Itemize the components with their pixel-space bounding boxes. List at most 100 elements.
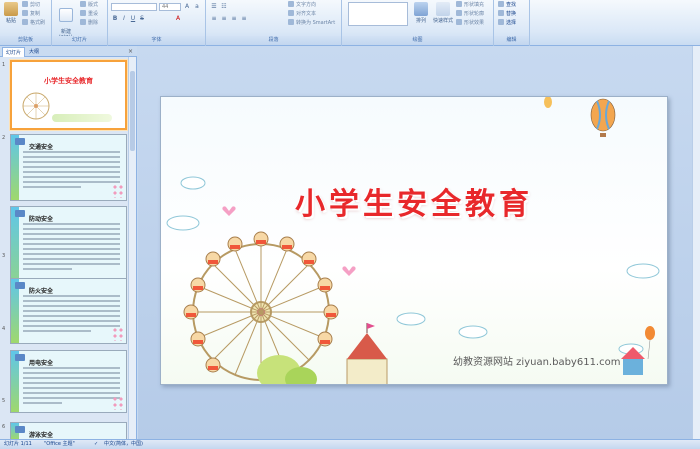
slide-number: 6 xyxy=(2,424,6,430)
slide-thumbnail-1[interactable]: 小学生安全教育 xyxy=(10,60,127,130)
slides-group-label: 幻灯片 xyxy=(52,36,107,45)
shape-fill-button[interactable]: 形状填充 xyxy=(456,1,484,10)
numbering-icon[interactable]: ☷ xyxy=(220,3,228,11)
thumbnail-title: 游泳安全 xyxy=(29,432,54,439)
paint-bucket-icon xyxy=(456,1,462,7)
quick-styles-icon xyxy=(436,2,450,16)
shape-outline-button[interactable]: 形状轮廓 xyxy=(456,10,484,19)
font-name-combo[interactable] xyxy=(111,3,157,11)
clipboard-group: 粘贴 剪切 复制 格式刷 剪贴板 xyxy=(0,0,52,46)
paste-button[interactable]: 粘贴 xyxy=(3,2,19,24)
thumbnail-text-lines xyxy=(23,295,120,335)
theme-name: "Office 主题" xyxy=(44,441,75,447)
cut-button[interactable]: 剪切 xyxy=(22,1,40,10)
slide-editor: 小学生安全教育 幼教资源网站 ziyuan.baby611.com xyxy=(138,46,700,439)
smartart-icon xyxy=(288,19,294,25)
new-slide-icon xyxy=(59,8,73,22)
flower-icon xyxy=(112,396,124,410)
find-button[interactable]: 查找 xyxy=(498,1,516,10)
brush-icon xyxy=(22,19,28,25)
font-color-button[interactable]: A xyxy=(174,15,182,23)
paragraph-group: ☰ ☷ ≡ ≡ ≡ ≡ 文字方向 对齐文本 转换为 SmartArt 段落 xyxy=(206,0,342,46)
drawing-group: 排列 快速样式 形状填充 形状轮廓 形状效果 绘图 xyxy=(342,0,494,46)
align-text-icon xyxy=(288,10,294,16)
replace-button[interactable]: 替换 xyxy=(498,10,516,19)
shapes-gallery[interactable] xyxy=(348,2,408,26)
quick-styles-button[interactable]: 快速样式 xyxy=(432,2,454,24)
thumbnail-text-lines xyxy=(23,151,120,191)
bullets-icon[interactable]: ☰ xyxy=(210,3,218,11)
font-group: 44 A a B I U S A 字体 xyxy=(108,0,206,46)
bookmark-icon xyxy=(15,210,25,217)
slide-thumbnail-4[interactable]: 防火安全 xyxy=(10,278,127,344)
thumbnail-text-lines xyxy=(23,223,120,273)
align-text-button[interactable]: 对齐文本 xyxy=(288,10,316,19)
reset-icon xyxy=(80,10,86,16)
slides-group: 新建 幻灯片 版式 重设 删除 幻灯片 xyxy=(52,0,108,46)
flower-icon xyxy=(112,184,124,198)
format-painter-button[interactable]: 格式刷 xyxy=(22,19,45,28)
tab-outline[interactable]: 大纲 xyxy=(26,47,42,57)
grass-decoration xyxy=(52,114,112,122)
editor-scrollbar[interactable] xyxy=(692,46,700,439)
layout-icon xyxy=(80,1,86,7)
layout-button[interactable]: 版式 xyxy=(80,1,98,10)
status-bar: 幻灯片 1/11 "Office 主题" ✓ 中文(简体，中国) xyxy=(0,439,700,449)
arrange-button[interactable]: 排列 xyxy=(412,2,430,24)
panel-scrollbar[interactable] xyxy=(128,57,136,439)
shrink-font-icon[interactable]: a xyxy=(193,3,201,11)
slide-number: 2 xyxy=(2,135,6,141)
flower-icon xyxy=(112,327,124,341)
ribbon: 粘贴 剪切 复制 格式刷 剪贴板 新建 幻灯片 版式 重设 删除 幻灯片 44 … xyxy=(0,0,700,46)
pen-icon xyxy=(456,10,462,16)
copy-icon xyxy=(22,10,28,16)
font-size-combo[interactable]: 44 xyxy=(159,3,181,11)
thumbnail-title: 交通安全 xyxy=(29,144,54,151)
bookmark-icon xyxy=(15,282,25,289)
italic-button[interactable]: I xyxy=(120,15,128,23)
bookmark-icon xyxy=(15,138,25,145)
panel-tabs: 幻灯片 大纲 × xyxy=(0,46,137,57)
paste-icon xyxy=(4,2,18,16)
arrange-icon xyxy=(414,2,428,16)
slide-canvas[interactable]: 小学生安全教育 幼教资源网站 ziyuan.baby611.com xyxy=(160,96,668,385)
panel-scroll-thumb[interactable] xyxy=(130,71,135,151)
replace-icon xyxy=(498,10,504,16)
bold-button[interactable]: B xyxy=(111,15,119,23)
language-indicator[interactable]: 中文(简体，中国) xyxy=(104,440,143,449)
grow-font-icon[interactable]: A xyxy=(183,3,191,11)
effects-icon xyxy=(456,19,462,25)
align-left-icon[interactable]: ≡ xyxy=(210,15,218,23)
copy-button[interactable]: 复制 xyxy=(22,10,40,19)
justify-icon[interactable]: ≡ xyxy=(240,15,248,23)
slide-thumbnail-2[interactable]: 交通安全 xyxy=(10,134,127,201)
thumbnail-title: 防动安全 xyxy=(29,216,54,223)
slide-thumbnail-5[interactable]: 用电安全 xyxy=(10,350,127,413)
slide-number: 1 xyxy=(2,62,6,68)
scissors-icon xyxy=(22,1,28,7)
delete-icon xyxy=(80,19,86,25)
tab-slides[interactable]: 幻灯片 xyxy=(2,47,26,57)
underline-button[interactable]: U xyxy=(129,15,137,23)
strikethrough-button[interactable]: S xyxy=(138,15,146,23)
shape-effects-button[interactable]: 形状效果 xyxy=(456,19,484,28)
spellcheck-icon[interactable]: ✓ xyxy=(94,440,98,449)
reset-button[interactable]: 重设 xyxy=(80,10,98,19)
smartart-button[interactable]: 转换为 SmartArt xyxy=(288,19,335,28)
slide-number: 3 xyxy=(2,253,6,259)
slide-title[interactable]: 小学生安全教育 xyxy=(161,179,667,223)
slide-thumbnail-6[interactable]: 游泳安全 xyxy=(10,422,127,439)
slide-illustration xyxy=(166,97,660,384)
align-right-icon[interactable]: ≡ xyxy=(230,15,238,23)
slide-number: 5 xyxy=(2,398,6,404)
binoculars-icon xyxy=(498,1,504,7)
align-center-icon[interactable]: ≡ xyxy=(220,15,228,23)
select-button[interactable]: 选择 xyxy=(498,19,516,28)
text-direction-button[interactable]: 文字方向 xyxy=(288,1,316,10)
thumbnail-text-lines xyxy=(23,367,120,407)
paragraph-group-label: 段落 xyxy=(206,36,341,45)
font-group-label: 字体 xyxy=(108,36,205,45)
close-icon[interactable]: × xyxy=(128,48,133,55)
ferris-wheel-icon xyxy=(183,231,339,381)
delete-slide-button[interactable]: 删除 xyxy=(80,19,98,28)
